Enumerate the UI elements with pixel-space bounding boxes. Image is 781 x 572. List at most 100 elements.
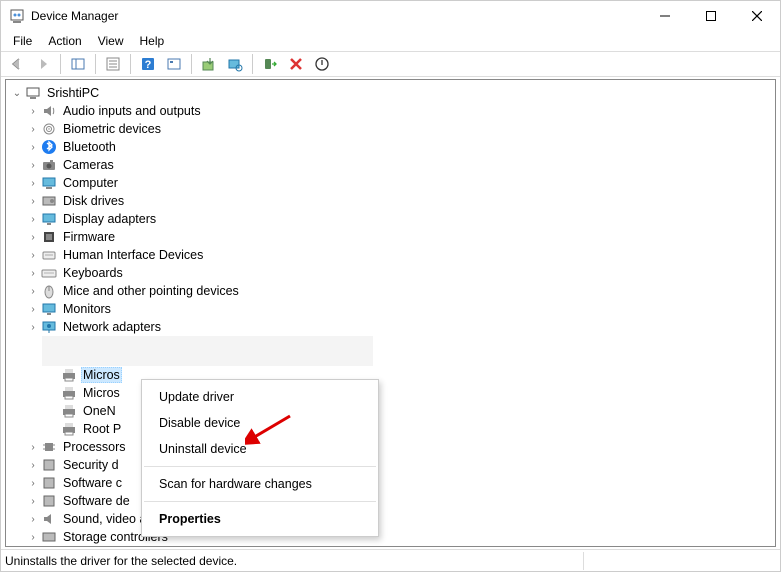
category-node[interactable]: ›Storage controllers (8, 528, 773, 546)
ctx-uninstall-device[interactable]: Uninstall device (143, 436, 377, 462)
chevron-right-icon[interactable]: › (26, 496, 40, 507)
computer-icon (25, 85, 41, 101)
child-device-2[interactable]: OneN (8, 402, 773, 420)
category-label[interactable]: Human Interface Devices (61, 248, 205, 262)
menu-view[interactable]: View (90, 32, 132, 50)
category-label[interactable]: Mice and other pointing devices (61, 284, 241, 298)
root-label[interactable]: SrishtiPC (45, 86, 101, 100)
chevron-right-icon[interactable]: › (26, 196, 40, 207)
chevron-right-icon[interactable]: › (26, 460, 40, 471)
app-icon (9, 8, 25, 24)
ctx-disable-device[interactable]: Disable device (143, 410, 377, 436)
scan-hardware-button[interactable] (223, 53, 247, 75)
uninstall-device-button[interactable] (284, 53, 308, 75)
category-label[interactable]: Software de (61, 494, 132, 508)
category-icon (41, 247, 57, 263)
category-node[interactable]: › Biometric devices (8, 120, 773, 138)
category-label[interactable]: Computer (61, 176, 120, 190)
category-icon (41, 103, 57, 119)
category-label[interactable]: Biometric devices (61, 122, 163, 136)
category-node[interactable]: › Display adapters (8, 210, 773, 228)
ctx-scan-hardware[interactable]: Scan for hardware changes (143, 471, 377, 497)
category-node[interactable]: › Cameras (8, 156, 773, 174)
category-label[interactable]: Security d (61, 458, 121, 472)
child-device-1[interactable]: Micros (8, 384, 773, 402)
chevron-right-icon[interactable]: › (26, 478, 40, 489)
category-node[interactable]: › Network adapters (8, 318, 773, 336)
category-node[interactable]: › Security d (8, 456, 773, 474)
update-driver-button[interactable] (197, 53, 221, 75)
child-device-3[interactable]: Root P (8, 420, 773, 438)
category-node[interactable]: › Mice and other pointing devices (8, 282, 773, 300)
action-button[interactable] (162, 53, 186, 75)
category-label[interactable]: Bluetooth (61, 140, 118, 154)
category-node[interactable]: › Keyboards (8, 264, 773, 282)
category-icon (41, 229, 57, 245)
category-node[interactable]: › Software de (8, 492, 773, 510)
menu-help[interactable]: Help (132, 32, 173, 50)
chevron-right-icon[interactable]: › (26, 178, 40, 189)
menu-file[interactable]: File (5, 32, 40, 50)
category-label[interactable]: Software c (61, 476, 124, 490)
redacted-area (42, 336, 373, 366)
category-label[interactable]: Processors (61, 440, 128, 454)
category-icon (41, 529, 57, 545)
show-hide-tree-button[interactable] (66, 53, 90, 75)
child-label-0[interactable]: Micros (81, 367, 122, 383)
ctx-update-driver[interactable]: Update driver (143, 384, 377, 410)
enable-device-button[interactable] (258, 53, 282, 75)
chevron-right-icon[interactable]: › (26, 124, 40, 135)
category-node[interactable]: › Disk drives (8, 192, 773, 210)
category-label[interactable]: Firmware (61, 230, 117, 244)
back-button[interactable] (5, 53, 29, 75)
chevron-right-icon[interactable]: › (26, 142, 40, 153)
category-node[interactable]: › Software c (8, 474, 773, 492)
category-node[interactable]: › Human Interface Devices (8, 246, 773, 264)
category-node[interactable]: › Processors (8, 438, 773, 456)
child-label-2[interactable]: OneN (81, 404, 118, 418)
chevron-right-icon[interactable]: › (26, 250, 40, 261)
chevron-right-icon[interactable]: › (26, 160, 40, 171)
category-label[interactable]: Audio inputs and outputs (61, 104, 203, 118)
root-node[interactable]: ⌄ SrishtiPC (8, 84, 773, 102)
chevron-right-icon[interactable]: › (26, 214, 40, 225)
help-button[interactable]: ? (136, 53, 160, 75)
category-icon (41, 439, 57, 455)
chevron-right-icon[interactable]: › (26, 232, 40, 243)
category-label[interactable]: Cameras (61, 158, 116, 172)
child-label-3[interactable]: Root P (81, 422, 123, 436)
child-device-0[interactable]: Micros (8, 366, 773, 384)
category-label[interactable]: Display adapters (61, 212, 158, 226)
chevron-right-icon[interactable]: › (26, 322, 40, 333)
printer-icon (61, 421, 77, 437)
category-label[interactable]: Network adapters (61, 320, 163, 334)
category-node[interactable]: › Bluetooth (8, 138, 773, 156)
maximize-button[interactable] (688, 1, 734, 31)
category-node[interactable]: › Monitors (8, 300, 773, 318)
chevron-right-icon[interactable]: › (26, 268, 40, 279)
chevron-right-icon[interactable]: › (26, 106, 40, 117)
chevron-right-icon[interactable]: › (26, 286, 40, 297)
chevron-right-icon[interactable]: › (26, 304, 40, 315)
category-label[interactable]: Disk drives (61, 194, 126, 208)
child-label-1[interactable]: Micros (81, 386, 122, 400)
chevron-right-icon[interactable]: › (26, 514, 40, 525)
chevron-right-icon[interactable]: › (26, 442, 40, 453)
expander-open-icon[interactable]: ⌄ (10, 88, 24, 99)
category-node[interactable]: › Firmware (8, 228, 773, 246)
disable-device-button[interactable] (310, 53, 334, 75)
category-node[interactable]: ›Sound, video and game controllers (8, 510, 773, 528)
category-label[interactable]: Monitors (61, 302, 113, 316)
minimize-button[interactable] (642, 1, 688, 31)
properties-button[interactable] (101, 53, 125, 75)
close-button[interactable] (734, 1, 780, 31)
menu-action[interactable]: Action (40, 32, 89, 50)
category-label[interactable]: Keyboards (61, 266, 125, 280)
chevron-right-icon[interactable]: › (26, 532, 40, 543)
category-icon (41, 139, 57, 155)
ctx-properties[interactable]: Properties (143, 506, 377, 532)
forward-button[interactable] (31, 53, 55, 75)
category-node[interactable]: › Audio inputs and outputs (8, 102, 773, 120)
category-node[interactable]: › Computer (8, 174, 773, 192)
menubar: File Action View Help (1, 31, 780, 51)
